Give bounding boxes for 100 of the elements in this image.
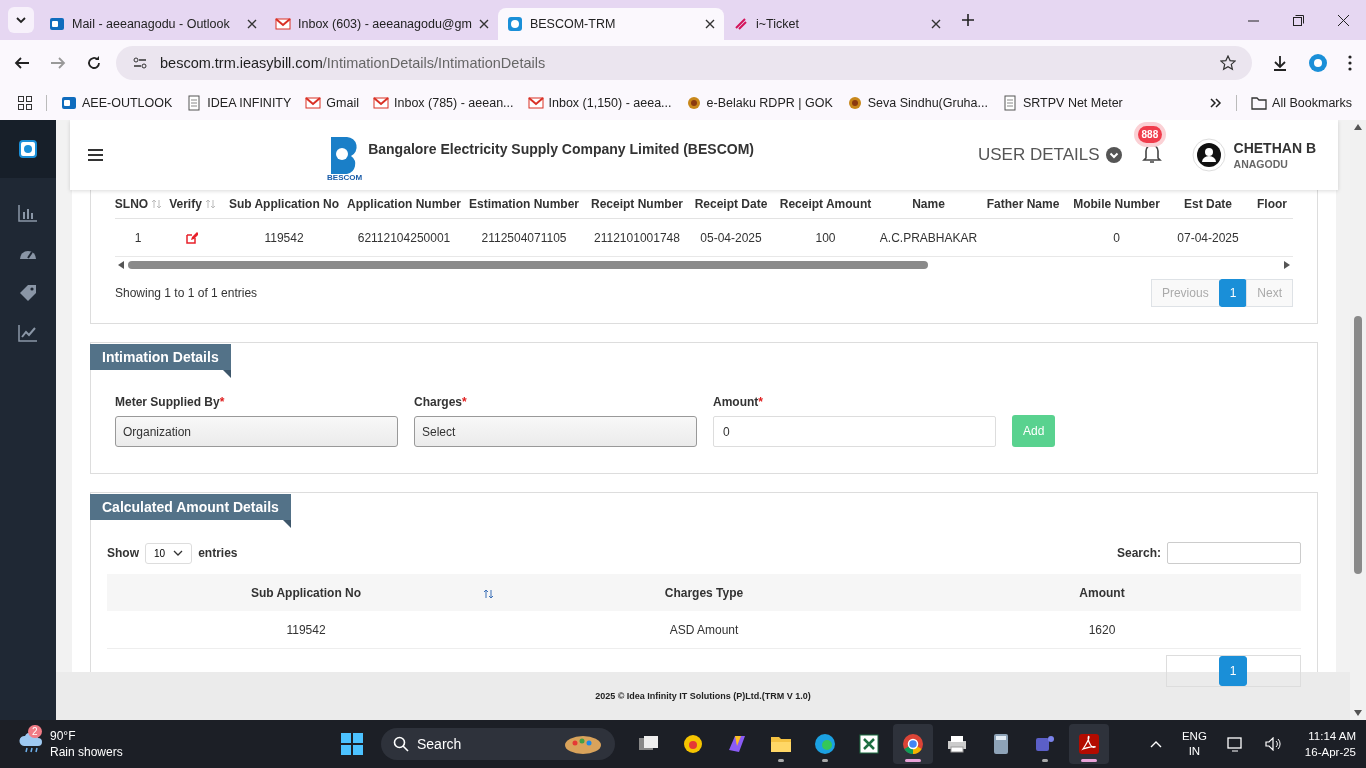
- bookmark-item[interactable]: Inbox (1,150) - aeea...: [527, 94, 672, 111]
- scrollbar-thumb[interactable]: [1354, 316, 1362, 574]
- column-header[interactable]: Verify: [169, 197, 215, 211]
- user-name: CHETHAN B: [1233, 140, 1316, 156]
- entries-label: entries: [198, 546, 238, 560]
- star-icon[interactable]: [1220, 54, 1236, 71]
- pdf-icon[interactable]: [1068, 724, 1109, 764]
- language-indicator[interactable]: ENG IN: [1181, 729, 1207, 759]
- column-header[interactable]: SLNO: [115, 197, 162, 211]
- scroll-down-icon[interactable]: [1354, 710, 1362, 716]
- browser-tab[interactable]: BESCOM-TRM: [497, 8, 724, 40]
- column-header[interactable]: Application Number: [347, 197, 461, 211]
- address-field[interactable]: bescom.trm.ieasybill.com/IntimationDetails/IntimationDetails: [116, 45, 1252, 80]
- table-cell: 2112504071105: [481, 230, 567, 245]
- avatar-icon[interactable]: [1191, 138, 1226, 172]
- search-field[interactable]: Search: [380, 728, 615, 760]
- apps-grid-icon[interactable]: [18, 95, 32, 110]
- close-icon[interactable]: [478, 19, 489, 29]
- scroll-right-icon[interactable]: [1284, 261, 1290, 269]
- envelope-icon: [275, 16, 291, 32]
- column-header[interactable]: Est Date: [1184, 197, 1232, 211]
- page-size-select[interactable]: 10: [145, 542, 193, 564]
- column-header[interactable]: Floor: [1257, 197, 1287, 211]
- tag-icon[interactable]: [18, 284, 38, 302]
- bookmark-item[interactable]: Inbox (785) - aeean...: [373, 94, 514, 111]
- bookmark-item[interactable]: AEE-OUTLOOK: [61, 94, 173, 111]
- close-icon[interactable]: [247, 19, 257, 29]
- column-header[interactable]: Sub Application No: [107, 585, 505, 600]
- scroll-left-icon[interactable]: [118, 261, 124, 269]
- table-cell: 2112101001748: [594, 230, 680, 245]
- download-icon[interactable]: [1272, 54, 1288, 71]
- speaker-icon[interactable]: [1264, 737, 1281, 751]
- new-tab-icon[interactable]: [961, 14, 974, 26]
- mail-icon: [49, 16, 65, 32]
- show-label: Show: [107, 546, 139, 560]
- bookmark-item[interactable]: Seva Sindhu(Gruha...: [846, 94, 988, 111]
- temperature: 90°F: [50, 728, 77, 744]
- envelope-icon: [527, 94, 544, 111]
- document-icon: [186, 94, 203, 111]
- menu-icon[interactable]: [1348, 54, 1352, 71]
- browser-tab[interactable]: Inbox (603) - aeeanagodu@gm: [266, 8, 498, 40]
- browser-tab[interactable]: i~Ticket: [723, 8, 950, 40]
- line-chart-icon[interactable]: [18, 324, 38, 342]
- bookmark-item[interactable]: e-Belaku RDPR | GOK: [685, 94, 833, 111]
- search-field[interactable]: [1167, 542, 1301, 564]
- table-cell: 0: [1113, 230, 1120, 245]
- network-icon[interactable]: [1226, 736, 1245, 752]
- column-header[interactable]: Father Name: [986, 197, 1060, 211]
- scroll-up-icon[interactable]: [1354, 124, 1362, 130]
- tab-list-button[interactable]: [8, 7, 34, 33]
- bar-chart-icon[interactable]: [18, 204, 38, 222]
- field-label: Amount: [713, 395, 759, 409]
- table-cell: 100: [815, 230, 836, 245]
- ribbon-fold: [222, 370, 231, 378]
- chevron-up-icon[interactable]: [1149, 740, 1162, 748]
- select-field[interactable]: Select: [414, 416, 697, 447]
- user-details-menu[interactable]: USER DETAILS: [978, 145, 1122, 165]
- restore-icon[interactable]: [1293, 14, 1304, 26]
- column-header[interactable]: Charges Type: [505, 585, 903, 600]
- table-cell: 1: [134, 230, 142, 245]
- scrollbar-thumb[interactable]: [128, 261, 928, 269]
- table-cell: 119542: [264, 230, 304, 245]
- bookmark-item[interactable]: IDEA INFINITY: [186, 94, 292, 111]
- amount-field[interactable]: 0: [713, 416, 996, 447]
- bookmark-item[interactable]: SRTPV Net Meter: [1001, 94, 1123, 111]
- site-settings-icon[interactable]: [132, 54, 148, 71]
- start-icon[interactable]: [340, 733, 363, 755]
- browser-tab[interactable]: Mail - aeeanagodu - Outlook: [40, 8, 266, 40]
- column-header[interactable]: Name: [912, 197, 945, 211]
- column-header[interactable]: Estimation Number: [469, 197, 579, 211]
- back-icon[interactable]: [14, 54, 30, 71]
- chevron-down-icon: [173, 550, 184, 556]
- select-field[interactable]: Organization: [115, 416, 398, 447]
- document-icon: [1001, 94, 1018, 111]
- app-logo-icon[interactable]: [19, 140, 37, 158]
- edit-icon[interactable]: [186, 231, 198, 244]
- column-header[interactable]: Amount: [903, 585, 1301, 600]
- profile-icon[interactable]: [1308, 52, 1328, 73]
- column-header[interactable]: Sub Application No: [228, 197, 340, 211]
- column-header[interactable]: Receipt Number: [591, 197, 683, 211]
- chevron-down-icon: [15, 14, 27, 26]
- column-header[interactable]: Receipt Date: [694, 197, 768, 211]
- envelope-icon: [373, 94, 389, 111]
- more-bookmarks-icon[interactable]: [1210, 97, 1223, 108]
- menu-icon[interactable]: [88, 149, 103, 161]
- weather-badge: 2: [28, 725, 42, 738]
- close-icon[interactable]: [930, 19, 941, 29]
- clock[interactable]: 11:14 AM 16-Apr-25: [1304, 728, 1356, 760]
- column-header[interactable]: Receipt Amount: [779, 197, 872, 211]
- reload-icon[interactable]: [86, 54, 102, 71]
- bookmark-item[interactable]: Gmail: [305, 94, 359, 111]
- column-header[interactable]: Mobile Number: [1073, 197, 1160, 211]
- close-icon[interactable]: [704, 19, 715, 29]
- close-icon[interactable]: [1338, 14, 1349, 26]
- page-button[interactable]: 1: [1218, 656, 1248, 686]
- browser-icon[interactable]: [892, 724, 933, 764]
- all-bookmarks-item[interactable]: All Bookmarks: [1251, 95, 1352, 110]
- envelope-icon: [305, 94, 322, 111]
- sort-icon[interactable]: [484, 588, 493, 599]
- forward-icon[interactable]: [50, 54, 66, 71]
